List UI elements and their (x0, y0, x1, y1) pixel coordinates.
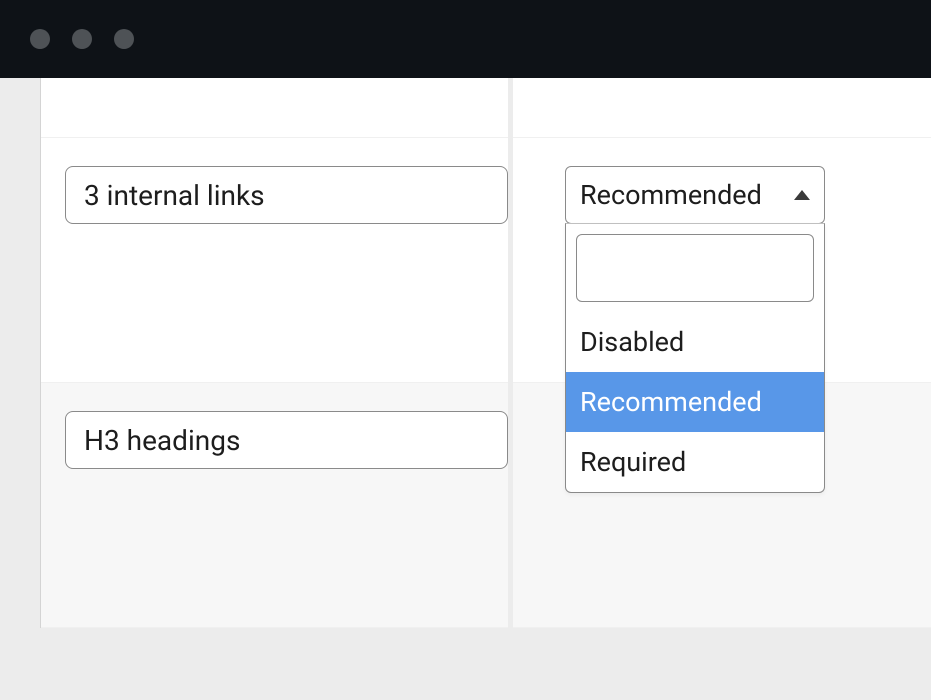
dropdown-search-wrapper (566, 224, 824, 312)
cell-value: Recommended Disabled Recommended Require… (513, 138, 931, 383)
dropdown-option-disabled[interactable]: Disabled (566, 312, 824, 372)
dropdown-option-required[interactable]: Required (566, 432, 824, 492)
window-titlebar (0, 0, 931, 78)
window-maximize-button[interactable] (114, 29, 134, 49)
priority-select-wrapper: Recommended Disabled Recommended Require… (565, 166, 825, 224)
page-background: Recommended Disabled Recommended Require… (0, 78, 931, 700)
dropdown-search-input[interactable] (576, 234, 814, 302)
table-row: Recommended Disabled Recommended Require… (41, 138, 931, 383)
cell-label (41, 78, 508, 138)
cell-label (41, 383, 508, 628)
window-close-button[interactable] (30, 29, 50, 49)
settings-table: Recommended Disabled Recommended Require… (40, 78, 931, 628)
cell-value (513, 78, 931, 138)
priority-select-value: Recommended (580, 179, 762, 211)
rule-name-input[interactable] (65, 166, 508, 224)
priority-select[interactable]: Recommended (565, 166, 825, 224)
cell-label (41, 138, 508, 383)
priority-dropdown-panel: Disabled Recommended Required (565, 223, 825, 493)
window-minimize-button[interactable] (72, 29, 92, 49)
caret-up-icon (794, 190, 810, 200)
table-row (41, 78, 931, 138)
dropdown-option-recommended[interactable]: Recommended (566, 372, 824, 432)
rule-name-input[interactable] (65, 411, 508, 469)
